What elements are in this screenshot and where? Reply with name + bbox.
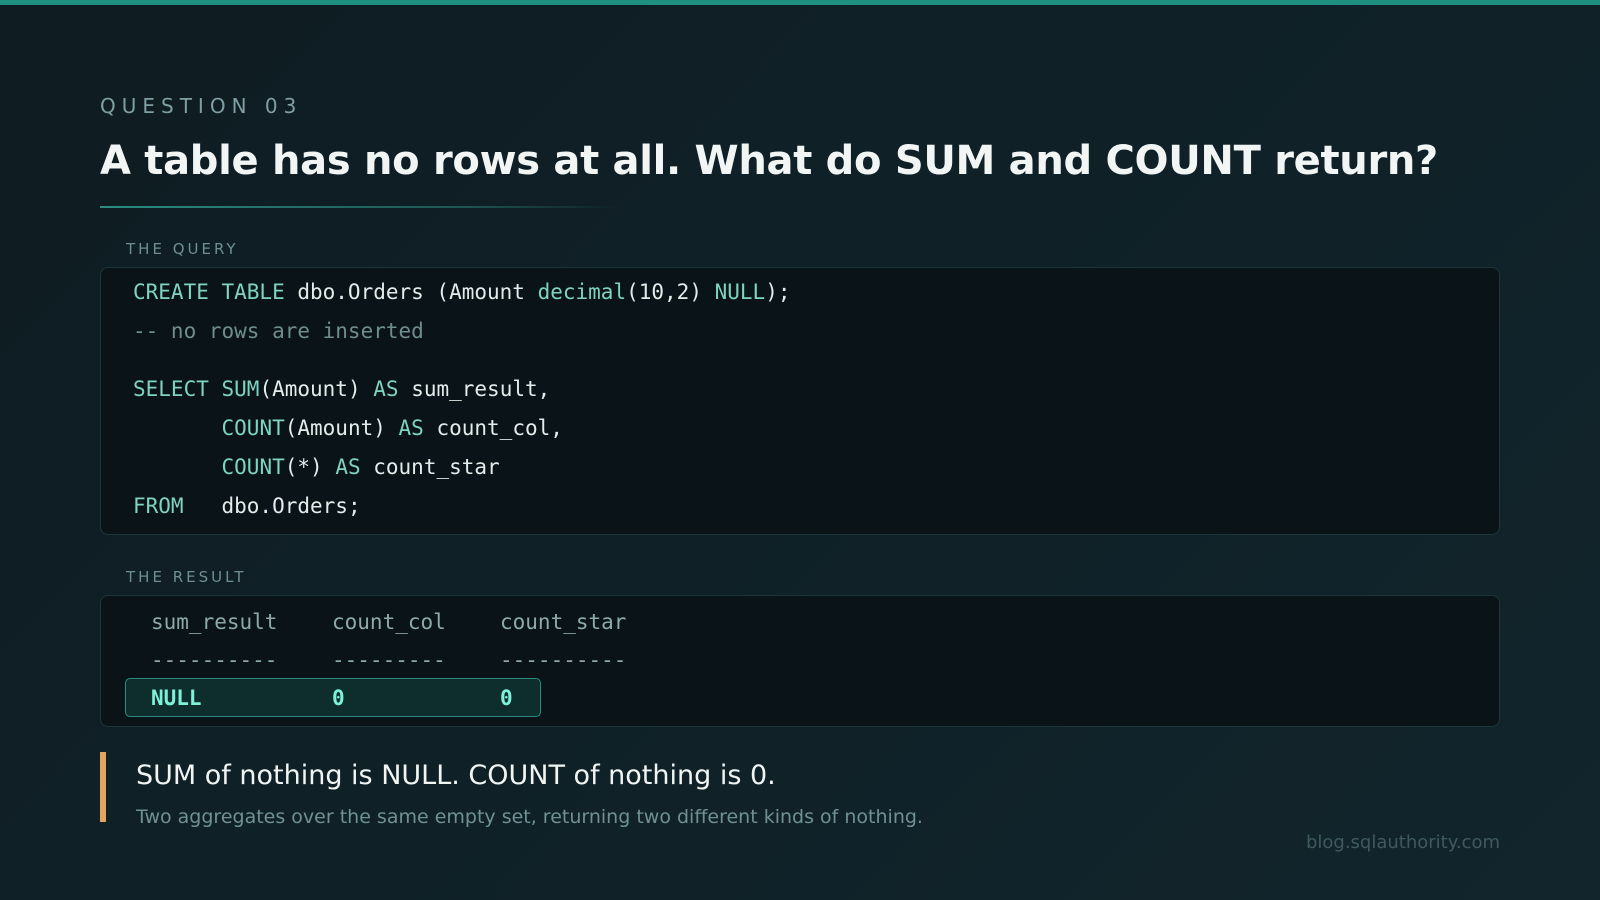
code-line: SELECT SUM(Amount) AS sum_result, [133, 377, 550, 401]
code-line: COUNT(Amount) AS count_col, [133, 416, 563, 440]
result-value-count-star: 0 [500, 686, 513, 710]
result-section-label: THE RESULT [126, 568, 247, 586]
code-text: count_star [360, 455, 500, 479]
code-text: ); [765, 280, 791, 304]
code-keyword: FROM [133, 494, 184, 518]
top-accent-bar [0, 0, 1600, 5]
code-line: CREATE TABLE dbo.Orders (Amount decimal(… [133, 280, 791, 304]
result-value-sum: NULL [151, 686, 202, 710]
code-keyword: SUM [221, 377, 260, 401]
result-column-header: count_star [500, 610, 627, 634]
result-separator: --------- [332, 648, 446, 672]
code-text: dbo.Orders; [183, 494, 361, 518]
footer-source: blog.sqlauthority.com [1305, 832, 1500, 853]
code-keyword: AS [373, 377, 399, 401]
takeaway-subtext: Two aggregates over the same empty set, … [136, 806, 923, 828]
code-line: COUNT(*) AS count_star [133, 455, 500, 479]
query-code-panel: CREATE TABLE dbo.Orders (Amount decimal(… [100, 267, 1500, 535]
result-value-count-col: 0 [332, 686, 345, 710]
code-keyword: COUNT [221, 416, 285, 440]
code-keyword: COUNT [221, 455, 285, 479]
code-text: (Amount) [259, 377, 374, 401]
code-keyword: AS [398, 416, 424, 440]
code-text: dbo.Orders (Amount [284, 280, 538, 304]
page-title: A table has no rows at all. What do SUM … [100, 138, 1438, 184]
code-keyword: SELECT [133, 377, 209, 401]
code-keyword: AS [335, 455, 361, 479]
query-section-label: THE QUERY [126, 240, 239, 258]
result-separator: ---------- [500, 648, 627, 672]
code-text: (10,2) [626, 280, 715, 304]
code-text: count_col, [423, 416, 563, 440]
code-text: (*) [284, 455, 336, 479]
code-keyword: NULL [714, 280, 766, 304]
title-divider [100, 206, 620, 208]
code-keyword: CREATE TABLE [133, 280, 285, 304]
result-separator: ---------- [151, 648, 278, 672]
takeaway-accent-bar [100, 752, 106, 822]
code-line: -- no rows are inserted [133, 319, 424, 343]
takeaway-headline: SUM of nothing is NULL. COUNT of nothing… [136, 760, 776, 791]
result-panel: sum_result count_col count_star --------… [100, 595, 1500, 727]
code-text: (Amount) [284, 416, 399, 440]
result-column-header: count_col [332, 610, 446, 634]
code-keyword: decimal [537, 280, 627, 304]
code-line: FROM dbo.Orders; [133, 494, 361, 518]
result-column-header: sum_result [151, 610, 278, 634]
code-comment: -- no rows are inserted [133, 319, 424, 343]
code-text: sum_result, [398, 377, 551, 401]
question-number: QUESTION 03 [100, 94, 303, 118]
